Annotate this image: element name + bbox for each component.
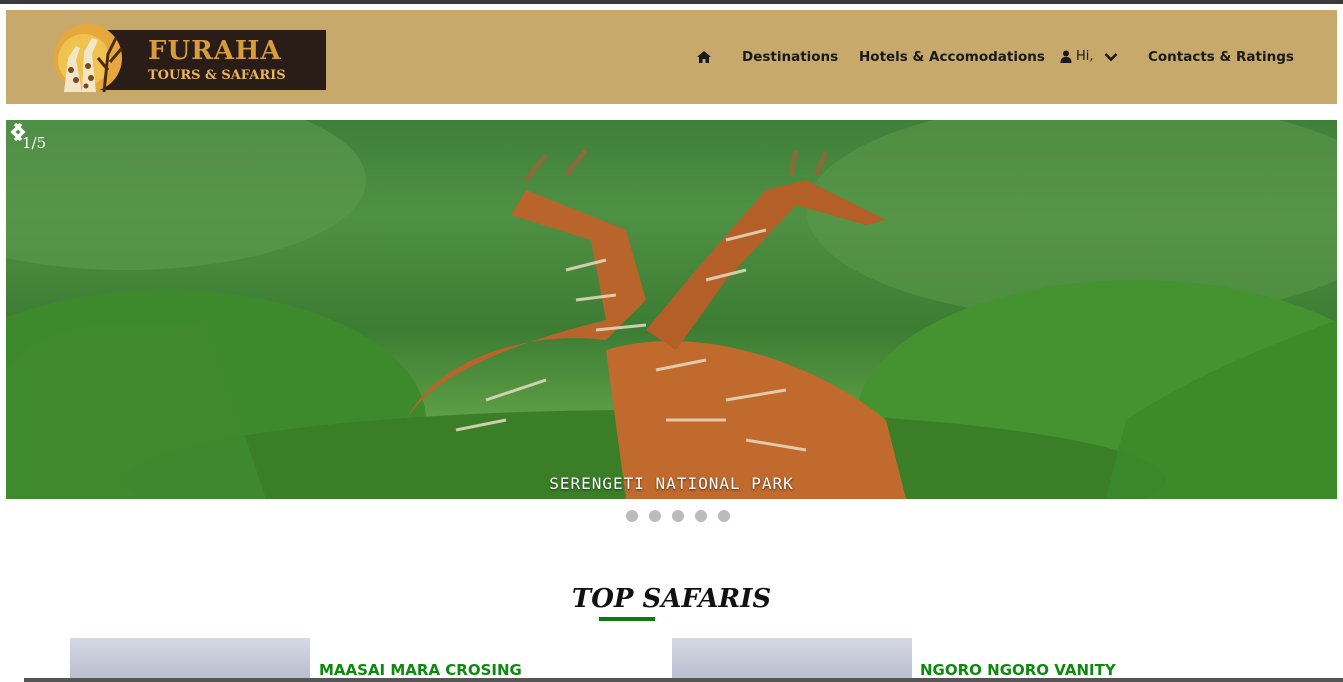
logo[interactable]: FURAHA TOURS & SAFARIS bbox=[46, 18, 326, 92]
nav-hotels-accomodations[interactable]: Hotels & Accomodations bbox=[859, 49, 1045, 65]
logo-title: FURAHA bbox=[148, 36, 282, 66]
nav-destinations[interactable]: Destinations bbox=[742, 49, 838, 65]
slide-image-giraffes bbox=[6, 120, 1337, 499]
safari-card-title[interactable]: NGORO NGORO VANITY bbox=[920, 661, 1116, 679]
window-top-border bbox=[0, 0, 1343, 4]
chevron-right-icon[interactable] bbox=[6, 120, 30, 144]
slide-caption: SERENGETI NATIONAL PARK bbox=[549, 474, 794, 493]
logo-subtitle: TOURS & SAFARIS bbox=[148, 68, 286, 83]
nav-contacts-ratings[interactable]: Contacts & Ratings bbox=[1148, 49, 1294, 65]
user-menu-dropdown[interactable]: Hi, bbox=[1060, 49, 1118, 64]
carousel-dot[interactable] bbox=[695, 510, 707, 522]
safari-card-image[interactable] bbox=[672, 638, 912, 682]
giraffe-logo-icon bbox=[54, 24, 124, 92]
navbar: FURAHA TOURS & SAFARIS Destinations Hote… bbox=[6, 10, 1337, 104]
section-title: TOP SAFARIS bbox=[571, 584, 772, 614]
carousel-dot[interactable] bbox=[626, 510, 638, 522]
home-icon[interactable] bbox=[696, 49, 712, 65]
horizontal-scrollbar[interactable] bbox=[24, 678, 1343, 682]
carousel-dot[interactable] bbox=[672, 510, 684, 522]
user-icon bbox=[1060, 50, 1072, 63]
safari-card-title[interactable]: MAASAI MARA CROSING bbox=[319, 661, 522, 679]
carousel-dot[interactable] bbox=[649, 510, 661, 522]
image-carousel[interactable]: 1/5 SERENGETI NATIONAL PARK bbox=[6, 120, 1337, 499]
user-greeting: Hi, bbox=[1076, 49, 1094, 64]
safari-card-image[interactable] bbox=[70, 638, 310, 682]
chevron-down-icon bbox=[1104, 52, 1117, 61]
section-title-underline bbox=[599, 617, 655, 621]
carousel-dot[interactable] bbox=[718, 510, 730, 522]
carousel-indicators bbox=[626, 510, 730, 522]
